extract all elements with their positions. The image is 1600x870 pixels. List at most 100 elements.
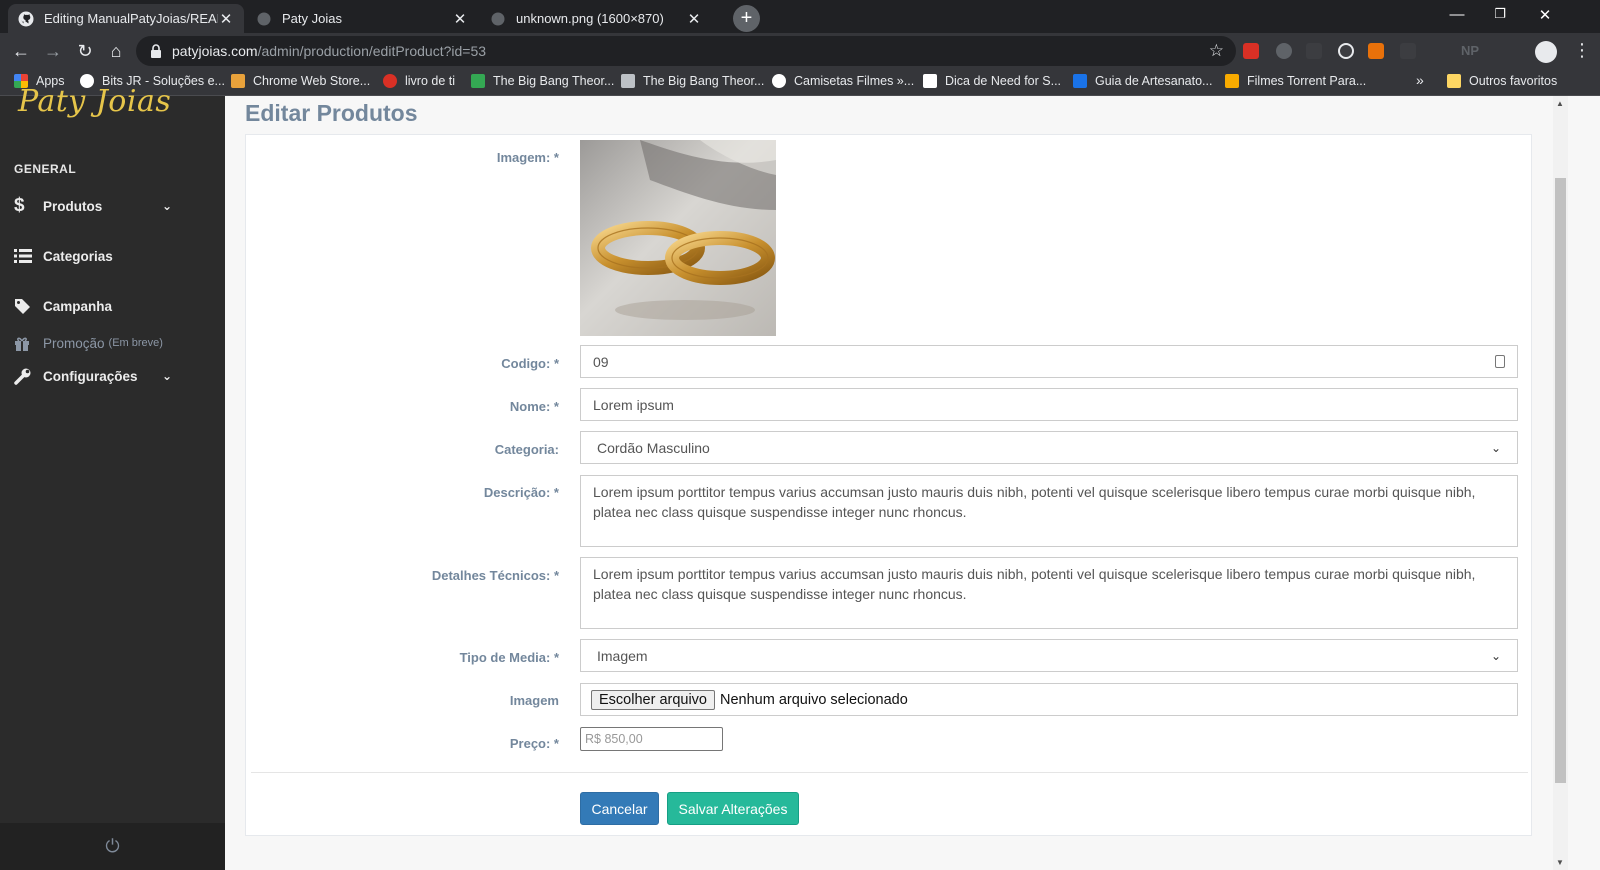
description-value: Lorem ipsum porttitor tempus varius accu… (593, 484, 1476, 520)
tab-title: Paty Joias (282, 11, 342, 26)
sidebar-item-promocao: Promoção (Em breve) (0, 326, 225, 360)
name-value: Lorem ipsum (593, 396, 674, 413)
chevron-down-icon: ⌄ (162, 369, 173, 383)
gmail-icon (383, 74, 397, 88)
sidebar-item-categorias[interactable]: Categorias (0, 239, 225, 273)
bookmark-item[interactable]: livro de ti (383, 74, 455, 88)
edit-product-form: Imagem: * Codigo: * 09 Nome: * Lorem ips… (245, 134, 1532, 836)
tab-title: Editing ManualPatyJoias/READMI (44, 11, 218, 26)
media-type-label: Tipo de Media: * (459, 650, 559, 665)
site-icon (923, 74, 937, 88)
choose-file-button[interactable]: Escolher arquivo (591, 689, 715, 710)
file-input[interactable]: Escolher arquivo Nenhum arquivo selecion… (580, 683, 1518, 716)
globe-icon (772, 74, 786, 88)
tab-unknown-png[interactable]: unknown.png (1600×870) ✕ (480, 4, 712, 33)
image-label: Imagem: * (496, 150, 559, 165)
bookmark-item[interactable]: The Big Bang Theor... (621, 74, 764, 88)
media-type-value: Imagem (597, 647, 648, 664)
dollar-icon: $ (14, 195, 25, 216)
close-window-icon[interactable]: ✕ (1535, 6, 1555, 24)
scroll-down-icon[interactable]: ▼ (1556, 858, 1564, 867)
sidebar-item-label: Campanha (43, 298, 113, 314)
password-manager-icon[interactable] (1495, 355, 1505, 368)
more-bookmarks-icon[interactable]: » (1416, 72, 1424, 88)
browser-toolbar: ← → ↻ ⌂ patyjoias.com/admin/production/e… (0, 33, 1600, 69)
extension-icon[interactable] (1243, 43, 1259, 59)
close-tab-icon[interactable]: ✕ (452, 10, 468, 28)
code-value: 09 (593, 353, 609, 370)
wrench-icon (0, 368, 43, 385)
restore-icon[interactable]: ❐ (1490, 6, 1510, 22)
home-icon[interactable]: ⌂ (104, 39, 128, 63)
page-scrollbar[interactable]: ▲ ▼ (1553, 96, 1568, 870)
sidebar-item-configuracoes[interactable]: Configurações ⌄ (0, 359, 225, 393)
scroll-up-icon[interactable]: ▲ (1556, 99, 1564, 108)
save-changes-button[interactable]: Salvar Alterações (667, 792, 799, 825)
name-field[interactable]: Lorem ipsum (580, 388, 1518, 421)
sidebar-item-label: Categorias (43, 248, 113, 264)
bookmark-star-icon[interactable]: ☆ (1209, 41, 1224, 61)
profile-initials[interactable]: NP (1461, 43, 1479, 58)
folder-icon (1447, 74, 1461, 88)
bookmark-item[interactable]: Guia de Artesanato... (1073, 74, 1212, 88)
site-icon (621, 74, 635, 88)
bookmark-item[interactable]: The Big Bang Theor... (471, 74, 614, 88)
cancel-button[interactable]: Cancelar (580, 792, 659, 825)
more-menu-icon[interactable]: ⋮ (1573, 40, 1591, 61)
description-textarea[interactable]: Lorem ipsum porttitor tempus varius accu… (580, 475, 1518, 547)
back-icon[interactable]: ← (9, 39, 33, 63)
store-icon (231, 74, 245, 88)
close-tab-icon[interactable]: ✕ (218, 10, 234, 28)
bookmark-other-favorites[interactable]: Outros favoritos (1447, 74, 1557, 88)
sidebar-item-campanha[interactable]: Campanha (0, 289, 225, 323)
forward-icon[interactable]: → (41, 39, 65, 63)
page-title: Editar Produtos (245, 100, 418, 126)
bookmark-item[interactable]: Dica de Need for S... (923, 74, 1061, 88)
file-status: Nenhum arquivo selecionado (720, 691, 908, 708)
list-icon (0, 249, 43, 263)
price-label: Preço: * (509, 736, 559, 751)
tech-details-textarea[interactable]: Lorem ipsum porttitor tempus varius accu… (580, 557, 1518, 629)
url-path: /admin/production/editProduct?id=53 (257, 43, 487, 59)
tech-details-value: Lorem ipsum porttitor tempus varius accu… (593, 566, 1476, 602)
avatar[interactable] (1535, 41, 1557, 63)
address-bar[interactable]: patyjoias.com/admin/production/editProdu… (136, 36, 1236, 66)
extension-icon[interactable] (1368, 43, 1384, 59)
media-type-select[interactable]: Imagem ⌄ (580, 639, 1518, 672)
extension-icon[interactable] (1400, 43, 1416, 59)
scrollbar-thumb[interactable] (1555, 178, 1566, 783)
lock-icon (151, 44, 161, 58)
logout-power-button[interactable]: ⏻ (0, 823, 225, 870)
code-field[interactable]: 09 (580, 345, 1518, 378)
site-icon (471, 74, 485, 88)
price-input[interactable]: R$ 850,00 (580, 727, 723, 751)
product-image (580, 140, 776, 336)
globe-icon (490, 11, 506, 27)
browser-tab-strip: Editing ManualPatyJoias/READMI ✕ Paty Jo… (0, 0, 1600, 33)
new-tab-button[interactable]: + (733, 5, 760, 32)
bookmark-item[interactable]: Chrome Web Store... (231, 74, 370, 88)
code-label: Codigo: * (501, 356, 559, 371)
main-content: Editar Produtos Imagem: * Codigo: * 09 N… (225, 96, 1553, 870)
minimize-icon[interactable]: — (1447, 6, 1467, 23)
extension-icon[interactable] (1306, 43, 1322, 59)
price-placeholder: R$ 850,00 (585, 732, 643, 746)
gift-icon (0, 336, 43, 351)
reload-icon[interactable]: ↻ (73, 39, 97, 63)
category-select[interactable]: Cordão Masculino ⌄ (580, 431, 1518, 464)
category-value: Cordão Masculino (597, 439, 710, 456)
sidebar-item-produtos[interactable]: $ Produtos ⌄ (0, 189, 225, 223)
sidebar-item-label: Promoção (43, 335, 105, 351)
tab-github-editing[interactable]: Editing ManualPatyJoias/READMI ✕ (8, 4, 244, 33)
tab-title: unknown.png (1600×870) (516, 11, 664, 26)
bookmarks-bar: Apps Bits JR - Soluções e... Chrome Web … (0, 69, 1600, 96)
chevron-down-icon: ⌄ (1490, 648, 1501, 663)
extension-icon[interactable] (1276, 43, 1292, 59)
bookmark-item[interactable]: Camisetas Filmes »... (772, 74, 914, 88)
extension-icon[interactable] (1338, 43, 1354, 59)
logo[interactable]: Paty Joias (18, 84, 171, 119)
bookmark-item[interactable]: Filmes Torrent Para... (1225, 74, 1366, 88)
tab-paty-joias[interactable]: Paty Joias ✕ (246, 4, 478, 33)
close-tab-icon[interactable]: ✕ (686, 10, 702, 28)
sidebar-section-title: GENERAL (14, 162, 77, 176)
